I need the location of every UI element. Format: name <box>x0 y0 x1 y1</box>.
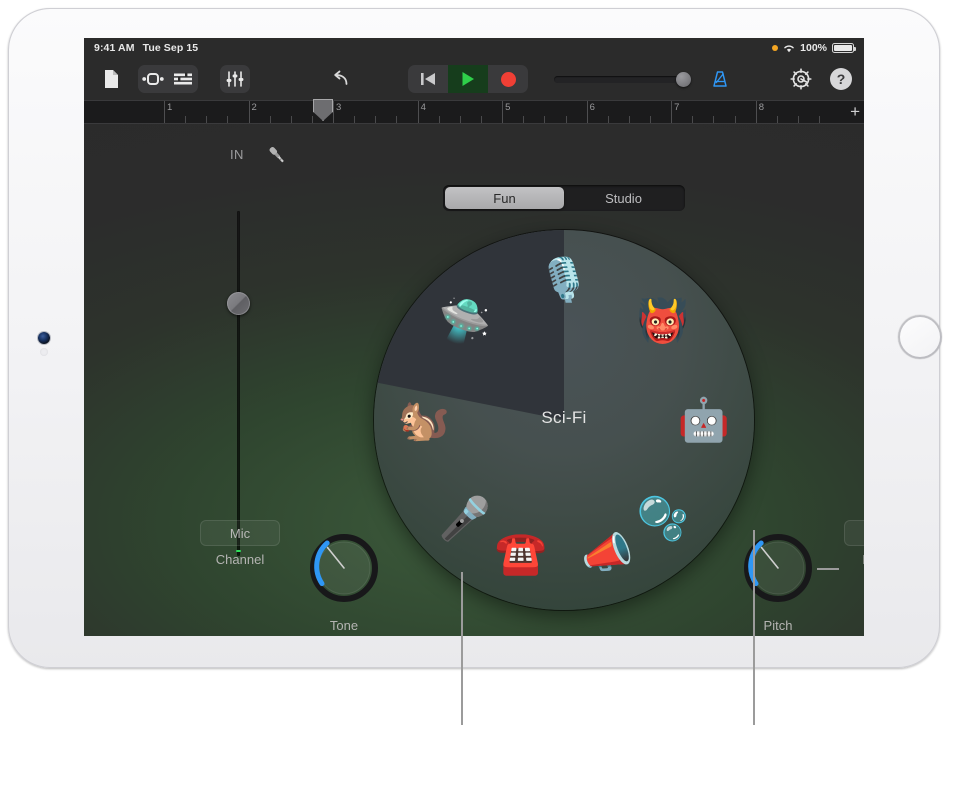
orange-dot-icon <box>772 45 779 51</box>
ruler-bar-number: 3 <box>336 102 342 113</box>
voice-clean-icon[interactable]: 🎙️ <box>534 250 594 310</box>
status-date: Tue Sep 15 <box>142 42 199 54</box>
ruler-tick <box>523 116 525 123</box>
ruler-tick <box>438 116 440 123</box>
ruler-tick <box>797 116 799 123</box>
rewind-to-start-icon[interactable] <box>408 65 448 93</box>
callout-line-pitch-knob <box>817 568 839 570</box>
ruler-bar-number: 1 <box>167 102 173 113</box>
pitch-knob-group: Pitch <box>739 529 817 633</box>
ruler-tick <box>206 116 208 123</box>
main-toolbar: ? <box>84 58 864 100</box>
voice-robot-icon[interactable]: 🤖 <box>674 390 734 450</box>
gear-icon[interactable] <box>786 65 816 93</box>
voice-bubbles-icon[interactable]: 🫧 <box>633 489 693 549</box>
tone-knob[interactable] <box>305 529 383 612</box>
battery-icon <box>832 43 856 53</box>
ruler-bar-number: 8 <box>758 102 764 113</box>
front-camera-icon <box>38 332 50 344</box>
metronome-icon[interactable] <box>705 65 735 93</box>
ruler-bars: 1 2 3 4 5 6 7 8 <box>164 99 836 123</box>
audio-jack-icon[interactable] <box>266 144 288 171</box>
master-volume-slider[interactable] <box>554 71 691 87</box>
track-view-icon[interactable] <box>168 65 198 93</box>
ruler-tick <box>819 116 821 123</box>
voice-sci-fi-ufo-icon[interactable]: 🛸 <box>435 291 495 351</box>
ruler-bar-number: 7 <box>674 102 680 113</box>
ruler-tick <box>565 116 567 123</box>
ruler-tick <box>396 116 398 123</box>
wifi-icon <box>783 43 795 53</box>
voice-telephone-icon[interactable]: ☎️ <box>491 523 551 583</box>
screenshot-root: 9:41 AM Tue Sep 15 100% ? 1 2 3 4 5 6 7 … <box>0 0 958 811</box>
volume-slider-thumb[interactable] <box>676 71 691 87</box>
input-label: IN <box>230 147 244 162</box>
ruler-tick <box>692 116 694 123</box>
ruler-tick <box>290 116 292 123</box>
callout-line-voice-wheel <box>461 572 463 725</box>
ruler-tick <box>713 116 715 123</box>
tab-fun[interactable]: Fun <box>445 187 564 209</box>
ruler-tick <box>734 116 736 123</box>
home-button[interactable] <box>898 315 942 359</box>
ruler-tick <box>628 116 630 123</box>
ruler-tick <box>607 116 609 123</box>
ruler-tick <box>480 116 482 123</box>
add-track-button[interactable]: + <box>850 103 860 121</box>
ruler-tick <box>354 116 356 123</box>
ruler-tick <box>185 116 187 123</box>
ruler-tick <box>544 116 546 123</box>
loop-browser-icon[interactable] <box>138 65 168 93</box>
voice-megaphone-icon[interactable]: 📣 <box>577 523 637 583</box>
ruler-tick <box>375 116 377 123</box>
ruler-tick <box>227 116 229 123</box>
ruler-bar-number: 4 <box>420 102 426 113</box>
mixer-sliders-icon[interactable] <box>220 65 250 93</box>
tone-knob-label: Tone <box>329 618 359 633</box>
voice-karaoke-icon[interactable]: 🎤 <box>435 489 495 549</box>
channel-caption: Channel <box>215 552 265 567</box>
view-toggle-group <box>138 65 198 93</box>
ruler-tick <box>650 116 652 123</box>
ruler-tick <box>269 116 271 123</box>
playhead[interactable] <box>313 99 334 121</box>
input-level-fader[interactable] <box>237 211 240 556</box>
pitch-knob[interactable] <box>739 529 817 612</box>
category-segmented-control: Fun Studio <box>443 185 685 211</box>
play-icon[interactable] <box>448 65 488 93</box>
ruler-bar-number: 2 <box>251 102 257 113</box>
ruler-tick <box>459 116 461 123</box>
undo-arrow-icon[interactable] <box>326 65 356 93</box>
status-time: 9:41 AM <box>94 42 135 54</box>
voice-selector-wheel[interactable]: Sci-Fi 👹 🤖 🫧 📣 ☎️ 🎤 🐿️ 🛸 🎙️ <box>374 230 754 610</box>
tone-knob-group: Tone <box>305 529 383 633</box>
transport-controls <box>408 65 528 93</box>
voice-monster-icon[interactable]: 👹 <box>633 291 693 351</box>
ambient-sensor-icon <box>40 348 48 356</box>
monitor-caption: Monitor <box>844 552 864 567</box>
battery-percent-label: 100% <box>800 42 827 54</box>
status-bar: 9:41 AM Tue Sep 15 100% <box>84 38 864 58</box>
tab-studio[interactable]: Studio <box>564 187 683 209</box>
ruler-bar-number: 6 <box>589 102 595 113</box>
monitor-button[interactable]: Off <box>844 520 864 546</box>
record-icon[interactable] <box>488 65 528 93</box>
help-button[interactable]: ? <box>830 68 852 90</box>
voice-instrument-stage: IN OUT Fun Stu <box>84 124 864 636</box>
ruler-tick <box>776 116 778 123</box>
timeline-ruler[interactable]: 1 2 3 4 5 6 7 8 + <box>84 99 864 124</box>
voice-chipmunk-icon[interactable]: 🐿️ <box>394 390 454 450</box>
callout-line-pitch-knob <box>753 530 755 725</box>
input-fader-thumb[interactable] <box>227 292 250 315</box>
pitch-knob-label: Pitch <box>763 618 793 633</box>
document-icon[interactable] <box>96 65 126 93</box>
mixer-sliders-button[interactable] <box>220 65 250 93</box>
channel-button[interactable]: Mic <box>200 520 280 546</box>
ruler-tick <box>311 116 313 123</box>
ruler-bar-number: 5 <box>505 102 511 113</box>
garageband-screen: 9:41 AM Tue Sep 15 100% ? 1 2 3 4 5 6 7 … <box>84 38 864 636</box>
